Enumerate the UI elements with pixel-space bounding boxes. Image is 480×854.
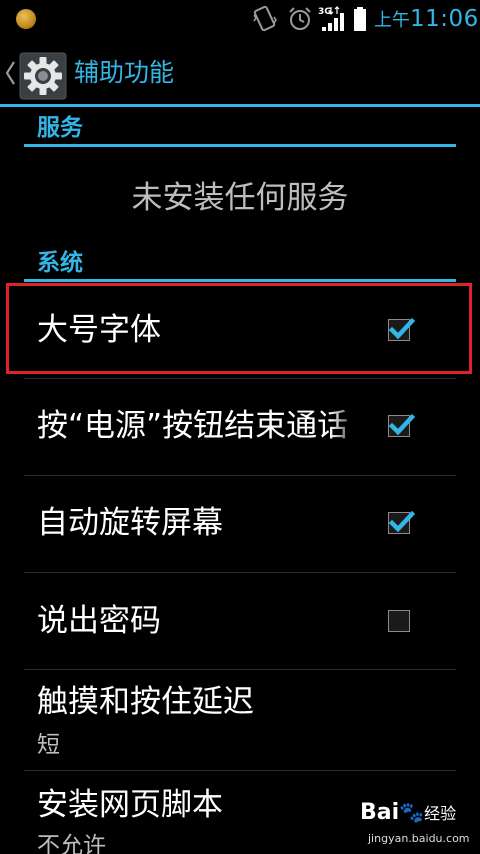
section-divider <box>24 144 456 147</box>
clock: 上午11:06 <box>374 2 479 38</box>
action-bar-underline <box>0 104 480 107</box>
alarm-icon <box>289 7 311 30</box>
page-title: 辅助功能 <box>74 58 175 87</box>
speak-passwords-checkbox[interactable] <box>388 610 410 632</box>
section-header-label: 服务 <box>37 115 83 141</box>
setting-title: 按“电源”按钮结束通话 <box>37 408 349 444</box>
setting-title: 触摸和按住延迟 <box>37 684 254 720</box>
section-header-label: 系统 <box>37 250 83 276</box>
battery-icon <box>354 7 366 31</box>
setting-title: 安装网页脚本 <box>37 787 223 823</box>
setting-auto-rotate[interactable]: 自动旋转屏幕 <box>0 476 480 572</box>
setting-power-button-ends-call[interactable]: 按“电源”按钮结束通话 <box>0 379 480 475</box>
vibrate-icon <box>253 5 277 32</box>
section-header-services: 服务 <box>24 113 456 147</box>
services-empty-text: 未安装任何服务 <box>131 180 349 216</box>
auto-rotate-checkbox[interactable] <box>388 510 416 534</box>
section-header-system: 系统 <box>24 248 456 282</box>
setting-title: 说出密码 <box>37 603 161 639</box>
clock-ampm: 上午 <box>374 10 410 31</box>
setting-touch-hold-delay[interactable]: 触摸和按住延迟 短 <box>0 670 480 770</box>
signal-icon: 3G <box>318 6 344 31</box>
paw-icon: 🐾 <box>399 800 425 824</box>
clock-time: 11:06 <box>410 6 479 32</box>
setting-summary: 不允许 <box>37 833 106 854</box>
back-chevron-icon[interactable] <box>4 60 16 86</box>
highlight-annotation <box>6 283 472 374</box>
status-bar: 3G 上午11:06 <box>0 0 480 38</box>
checkmark-icon <box>388 510 416 533</box>
watermark-url: jingyan.baidu.com <box>368 832 470 845</box>
setting-summary: 短 <box>37 732 60 758</box>
power-button-checkbox[interactable] <box>388 413 416 437</box>
setting-title: 自动旋转屏幕 <box>37 505 223 541</box>
checkmark-icon <box>388 413 416 436</box>
text-fade <box>330 404 360 448</box>
notification-icon <box>16 9 36 29</box>
watermark: Bai🐾经验 jingyan.baidu.com <box>360 800 472 850</box>
setting-speak-passwords[interactable]: 说出密码 <box>0 573 480 669</box>
gear-icon[interactable] <box>19 52 67 100</box>
watermark-logo: Bai🐾经验 <box>360 800 457 825</box>
